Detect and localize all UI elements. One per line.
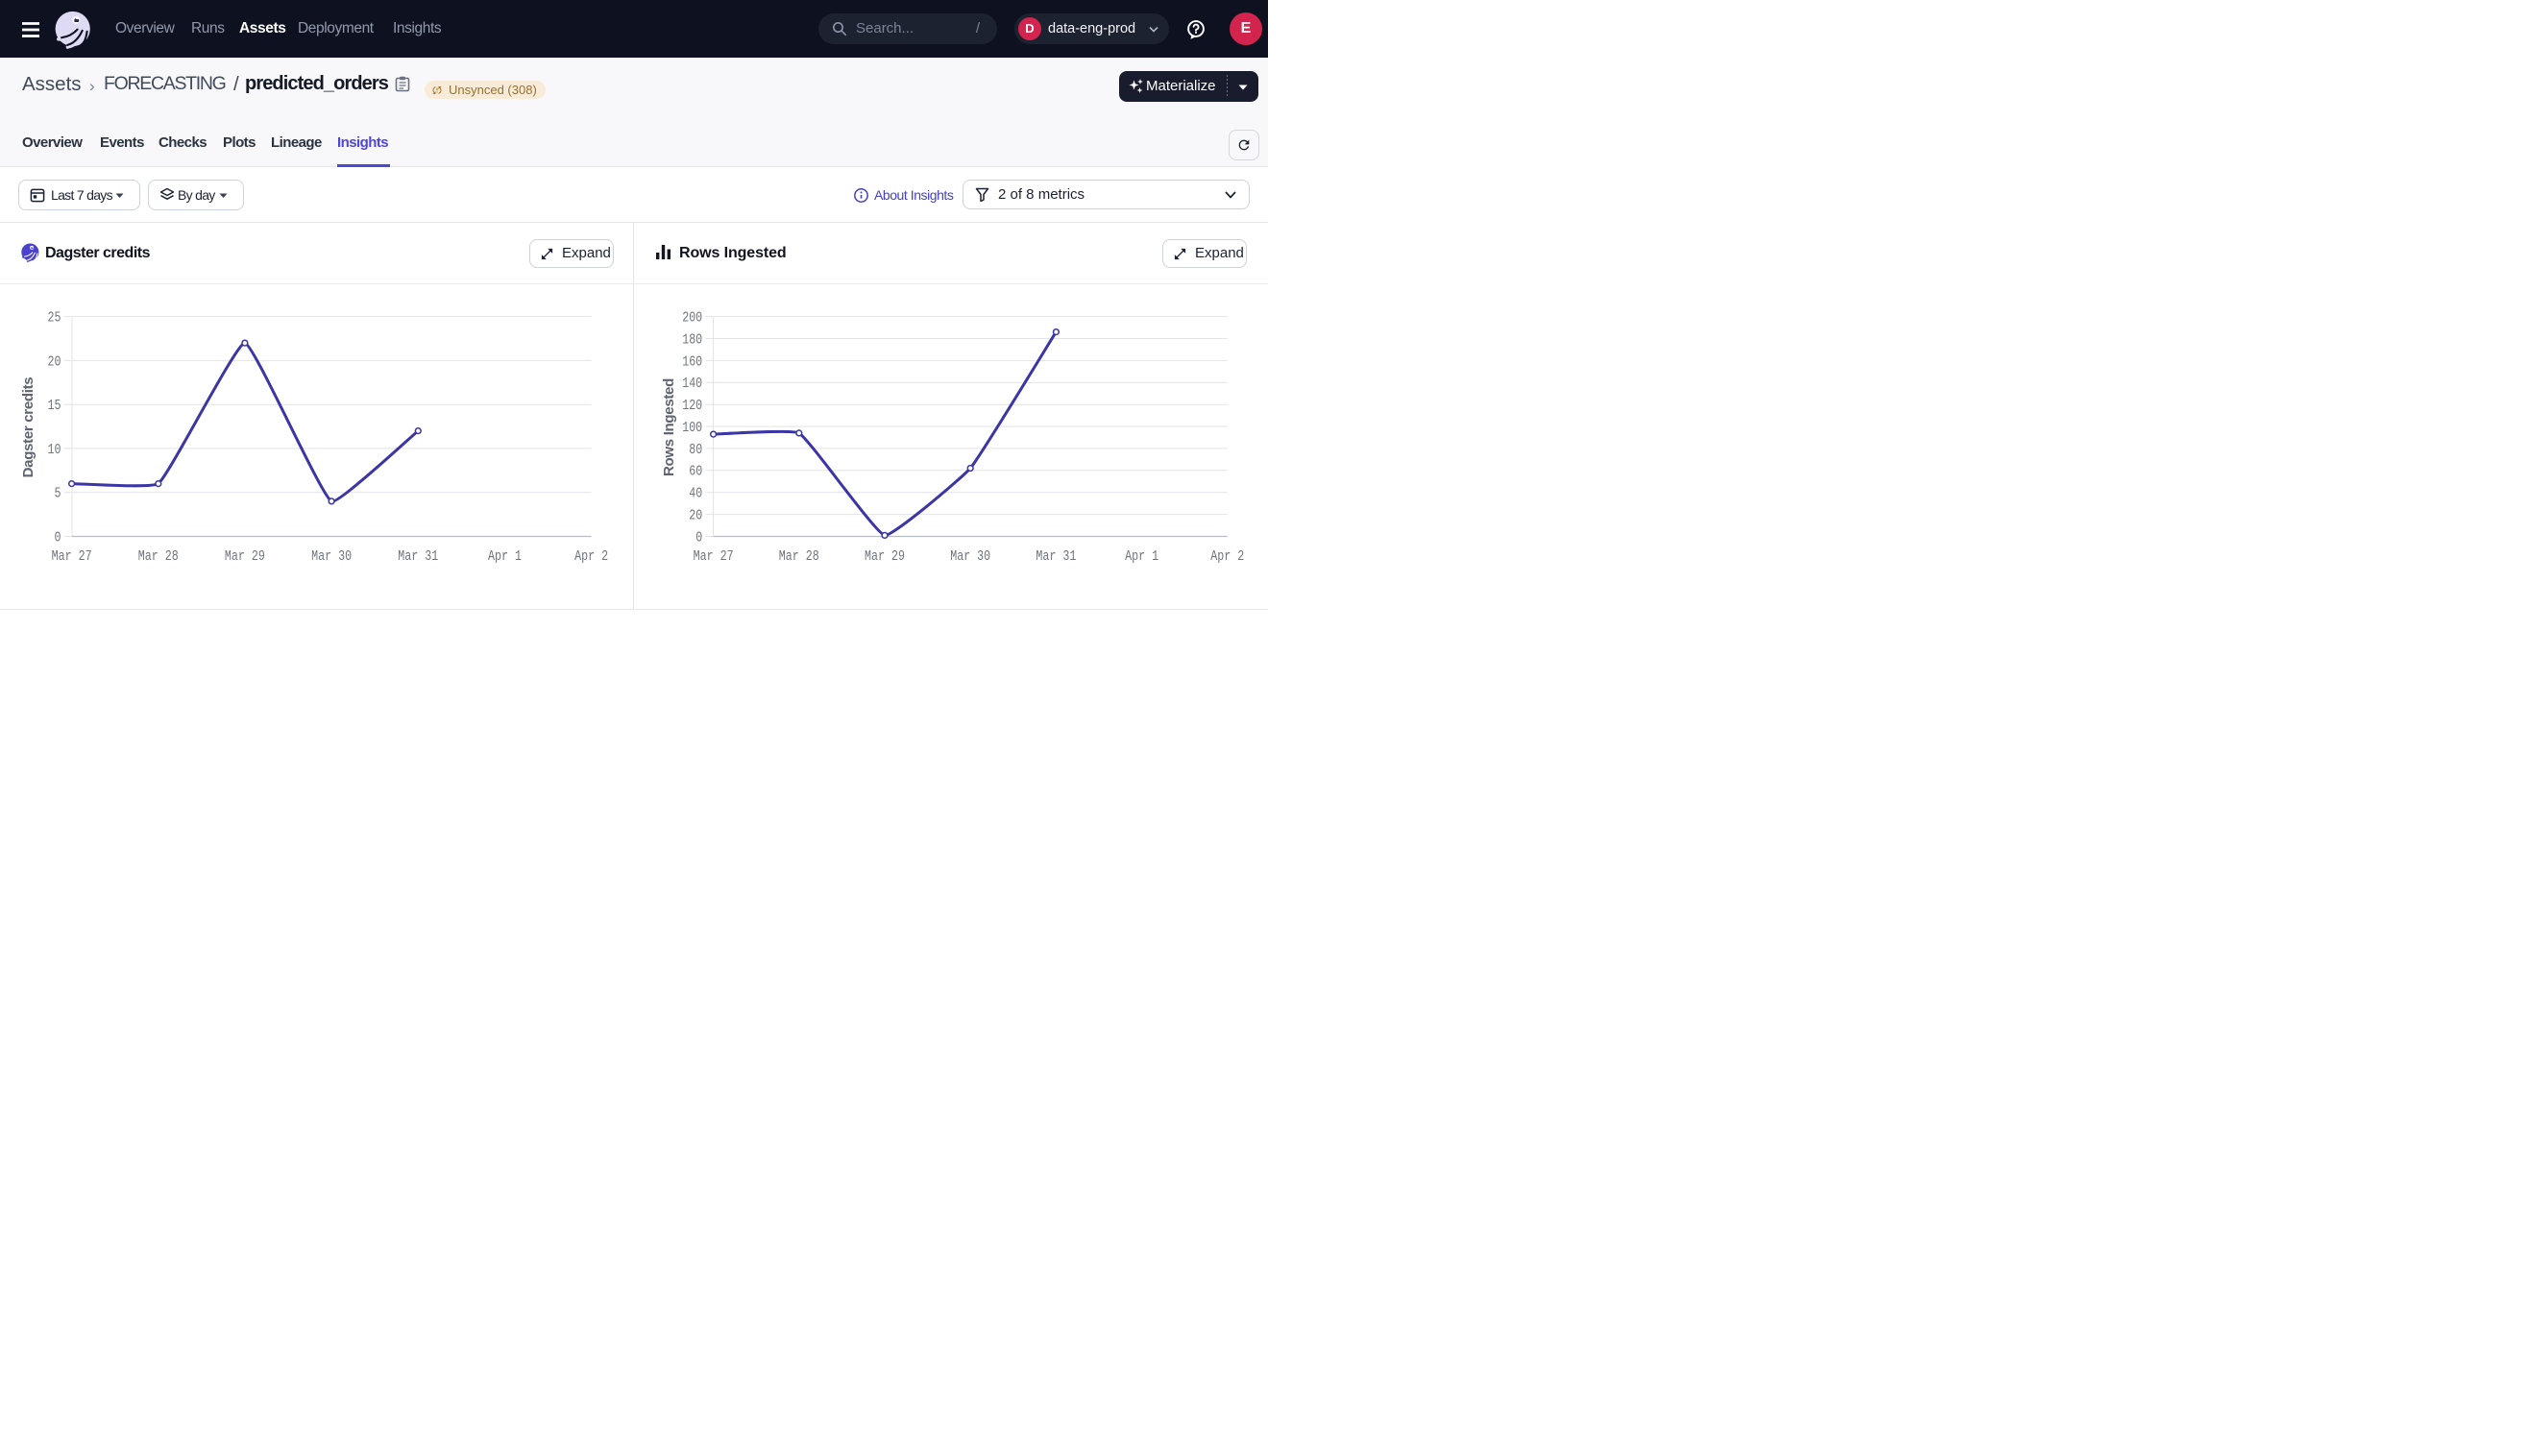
- svg-text:Rows Ingested: Rows Ingested: [661, 378, 677, 476]
- svg-text:25: 25: [48, 311, 61, 327]
- svg-text:120: 120: [682, 399, 702, 414]
- svg-text:Mar 28: Mar 28: [779, 549, 819, 565]
- svg-text:0: 0: [55, 530, 61, 546]
- svg-text:Mar 31: Mar 31: [398, 549, 438, 565]
- svg-text:Apr 2: Apr 2: [574, 549, 608, 565]
- svg-text:200: 200: [682, 311, 702, 327]
- svg-text:Mar 29: Mar 29: [225, 549, 265, 565]
- svg-text:Apr 1: Apr 1: [1125, 549, 1158, 565]
- svg-text:0: 0: [695, 530, 702, 546]
- svg-text:140: 140: [682, 376, 702, 392]
- svg-text:100: 100: [682, 421, 702, 436]
- svg-text:Mar 31: Mar 31: [1036, 549, 1076, 565]
- svg-text:Mar 29: Mar 29: [865, 549, 905, 565]
- svg-text:Dagster credits: Dagster credits: [20, 377, 37, 478]
- svg-text:80: 80: [689, 443, 702, 458]
- svg-text:5: 5: [55, 487, 61, 502]
- svg-text:10: 10: [48, 443, 61, 458]
- svg-text:40: 40: [689, 487, 702, 502]
- svg-text:Mar 30: Mar 30: [950, 549, 990, 565]
- svg-text:Mar 27: Mar 27: [694, 549, 734, 565]
- svg-text:Mar 27: Mar 27: [52, 549, 92, 565]
- svg-text:160: 160: [682, 354, 702, 370]
- svg-text:20: 20: [689, 509, 702, 524]
- svg-text:180: 180: [682, 332, 702, 348]
- svg-text:Mar 30: Mar 30: [311, 549, 352, 565]
- svg-text:Apr 2: Apr 2: [1210, 549, 1244, 565]
- svg-text:15: 15: [48, 399, 61, 414]
- svg-text:20: 20: [48, 354, 61, 370]
- svg-text:60: 60: [689, 465, 702, 480]
- svg-text:Apr 1: Apr 1: [488, 549, 522, 565]
- svg-text:Mar 28: Mar 28: [138, 549, 179, 565]
